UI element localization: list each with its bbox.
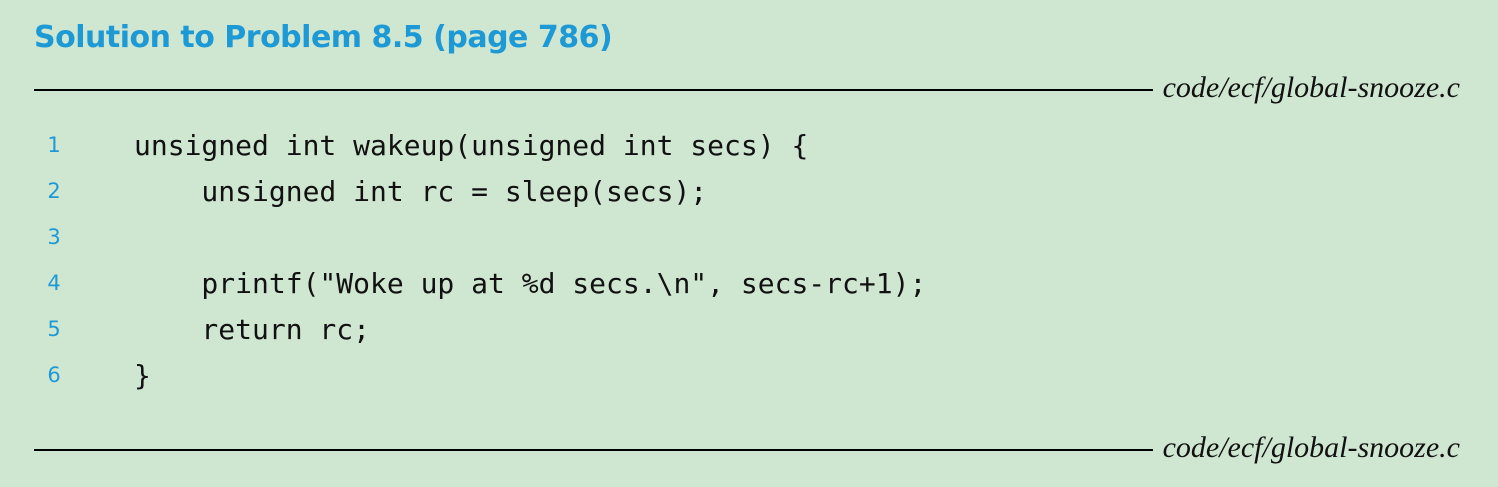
page-reference: (page 786) (433, 20, 613, 55)
code-text: unsigned int rc = sleep(secs); (134, 174, 708, 208)
code-line: 4 printf("Woke up at %d secs.\n", secs-r… (34, 260, 1460, 306)
line-number: 3 (47, 225, 61, 249)
code-listing: 1 unsigned int wakeup(unsigned int secs)… (34, 122, 1460, 398)
solution-title: Solution to Problem 8.5 (34, 20, 424, 55)
source-file-label-top: code/ecf/global-snooze.c (1162, 71, 1460, 104)
line-number: 1 (47, 133, 61, 157)
code-line: 3 (34, 214, 1460, 260)
code-line: 2 unsigned int rc = sleep(secs); (34, 168, 1460, 214)
code-footer-rule: code/ecf/global-snooze.c (34, 428, 1460, 468)
code-text: } (134, 358, 151, 392)
code-text: unsigned int wakeup(unsigned int secs) { (134, 128, 809, 162)
code-line: 5 return rc; (34, 306, 1460, 352)
line-number: 6 (47, 363, 61, 387)
line-number: 4 (47, 271, 61, 295)
code-line: 1 unsigned int wakeup(unsigned int secs)… (34, 122, 1460, 168)
line-number: 5 (47, 317, 61, 341)
line-number: 2 (47, 179, 61, 203)
top-divider (34, 89, 1153, 91)
code-text: printf("Woke up at %d secs.\n", secs-rc+… (134, 266, 927, 300)
code-header-rule: code/ecf/global-snooze.c (34, 68, 1460, 108)
bottom-divider (34, 449, 1153, 451)
code-text: return rc; (134, 312, 371, 346)
source-file-label-bottom: code/ecf/global-snooze.c (1162, 431, 1460, 464)
code-line: 6 } (34, 352, 1460, 398)
solution-heading: Solution to Problem 8.5 (page 786) (34, 20, 613, 55)
